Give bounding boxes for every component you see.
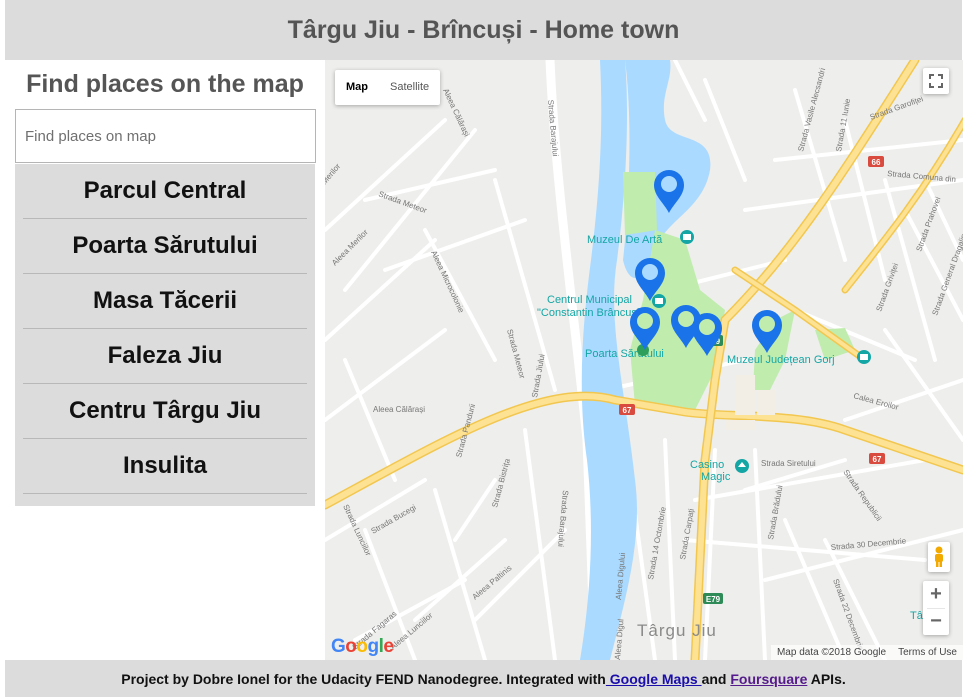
museum-poi-icon[interactable] (857, 350, 871, 364)
street-label: Aleea Călărași (373, 405, 425, 414)
zoom-out-button[interactable]: − (923, 609, 949, 635)
poi-label-casino: Casino (690, 459, 724, 471)
google-logo[interactable]: Google (331, 636, 394, 658)
map-attribution: Map data ©2018 Google Terms of Use (770, 645, 963, 660)
page-title: Târgu Jiu - Brîncuși - Home town (287, 15, 680, 44)
map-type-satellite-button[interactable]: Satellite (379, 70, 440, 105)
place-item-insulita[interactable]: Insulita (23, 439, 307, 494)
road-badge-label: 67 (873, 455, 882, 464)
search-input[interactable] (15, 109, 316, 163)
footer: Project by Dobre Ionel for the Udacity F… (5, 660, 962, 697)
poi-label-centrul: Centrul Municipal (547, 294, 632, 306)
road-badge-label: 66 (872, 158, 881, 167)
poi-label-centrul-2: "Constantin Brâncuși" (537, 307, 643, 319)
city-label: Târgu Jiu (637, 621, 717, 640)
zoom-in-button[interactable]: + (923, 582, 949, 608)
pegman-icon (935, 546, 943, 567)
fullscreen-button[interactable] (923, 68, 949, 94)
place-item-masa-tacerii[interactable]: Masa Tăcerii (23, 274, 307, 329)
place-item-centru-targu-jiu[interactable]: Centru Târgu Jiu (23, 384, 307, 439)
map[interactable]: 66 67 67 E79 E79 Strada Barajului Strada… (325, 60, 963, 660)
casino-poi-icon[interactable] (735, 459, 749, 473)
google-maps-link[interactable]: Google Maps (606, 671, 702, 687)
foursquare-link[interactable]: Foursquare (730, 671, 807, 687)
places-list: Parcul Central Poarta Sărutului Masa Tăc… (15, 164, 315, 506)
fullscreen-icon (929, 74, 943, 88)
footer-text-middle: and (701, 670, 731, 687)
poi-label-edge: Tâ (910, 610, 924, 622)
street-label: Strada Siretului (761, 459, 816, 468)
footer-text: Project by Dobre Ionel for the Udacity F… (121, 670, 606, 687)
map-canvas[interactable]: 66 67 67 E79 E79 Strada Barajului Strada… (325, 60, 963, 660)
poi-label-poarta: Poarta Sărutului (585, 348, 664, 360)
map-type-control: Map Satellite (335, 70, 441, 105)
place-item-faleza-jiu[interactable]: Faleza Jiu (23, 329, 307, 384)
footer-text-suffix: APIs. (807, 670, 846, 687)
street-view-pegman[interactable] (928, 542, 950, 572)
terms-link[interactable]: Terms of Use (898, 647, 957, 658)
sidebar-heading: Find places on the map (26, 70, 304, 98)
place-item-poarta-sarutului[interactable]: Poarta Sărutului (23, 219, 307, 274)
poi-label-muzeu-gorj: Muzeul Județean Gorj (727, 354, 835, 366)
app-header: Târgu Jiu - Brîncuși - Home town (5, 0, 962, 60)
road-badge-label: 67 (623, 406, 632, 415)
map-data-text: Map data ©2018 Google (776, 647, 887, 658)
poi-label-museum-art: Muzeul De Artă (587, 234, 663, 246)
place-item-parcul-central[interactable]: Parcul Central (23, 164, 307, 219)
page: Târgu Jiu - Brîncuși - Home town Find pl… (0, 0, 965, 697)
sidebar: Find places on the map Parcul Central Po… (5, 60, 325, 660)
map-type-map-button[interactable]: Map (335, 70, 379, 105)
poi-label-casino-2: Magic (701, 471, 731, 483)
museum-poi-icon[interactable] (680, 230, 694, 244)
zoom-control: + − (923, 581, 949, 635)
museum-poi-icon[interactable] (652, 294, 666, 308)
road-badge-label: E79 (706, 595, 721, 604)
